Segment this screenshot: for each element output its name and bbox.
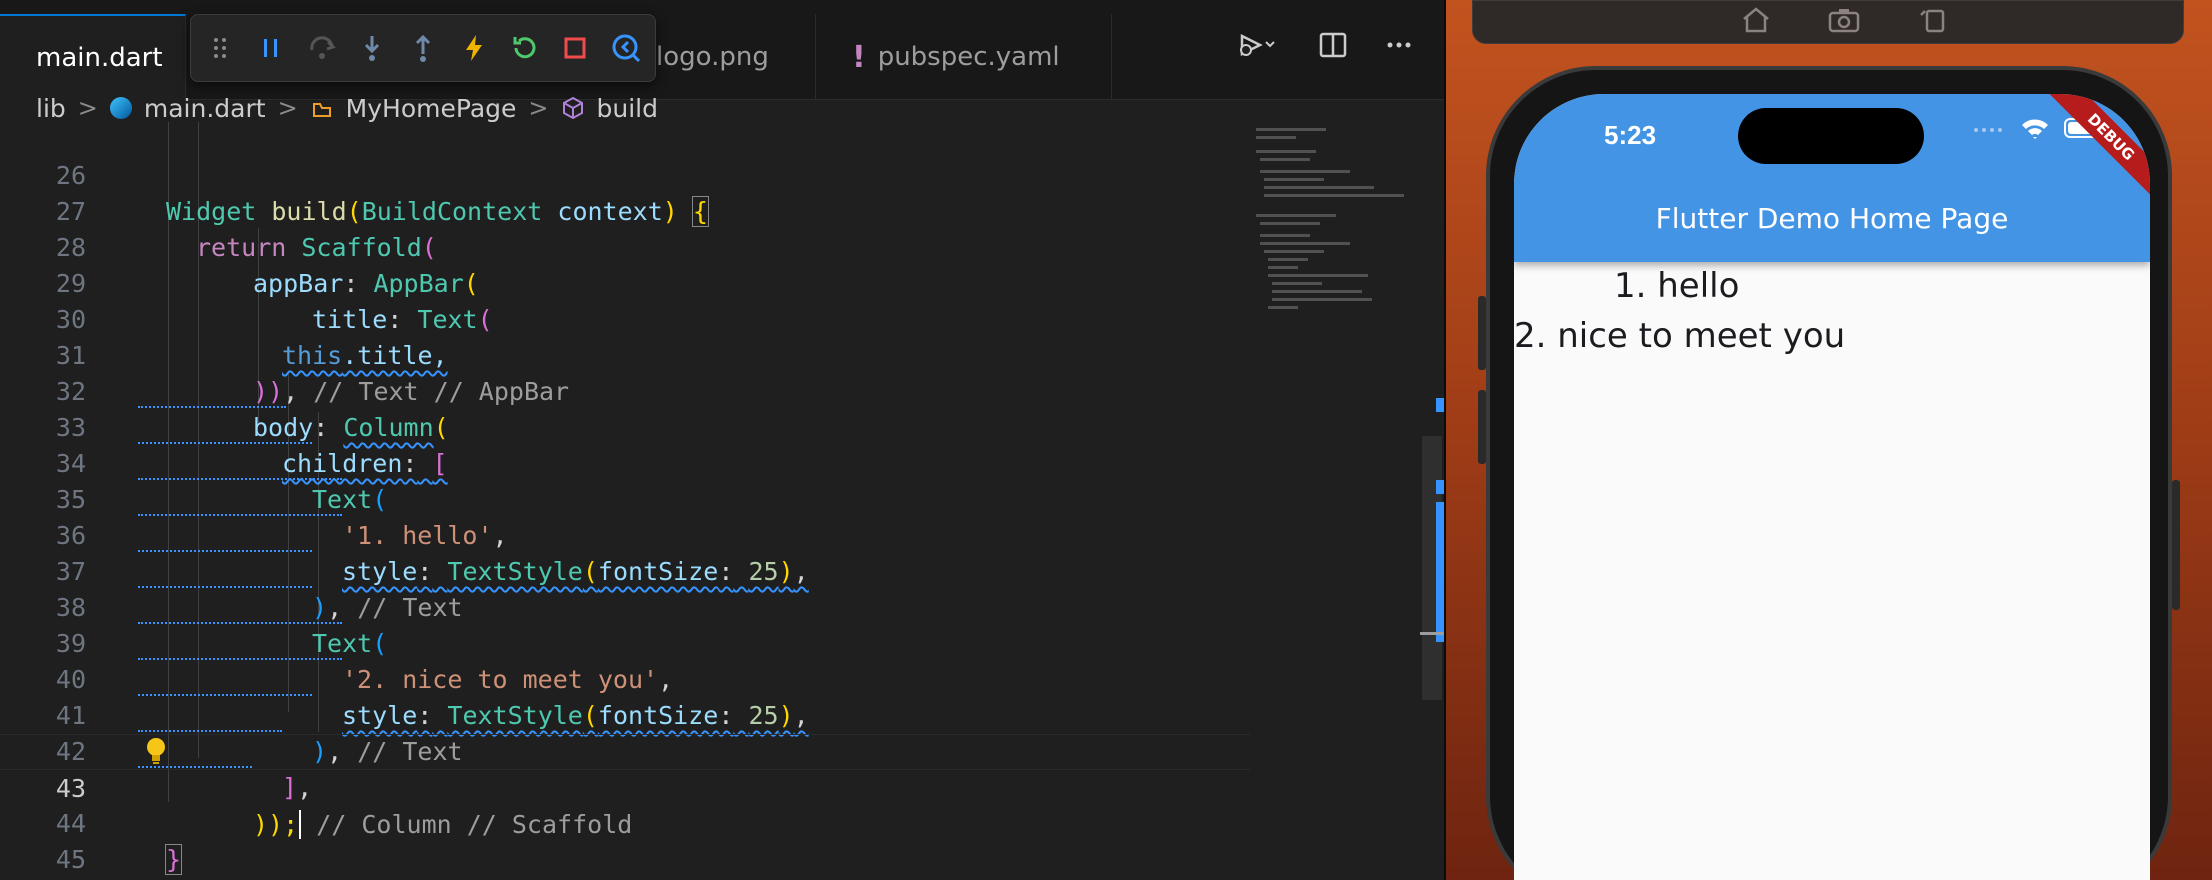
editor-actions — [1230, 30, 1414, 64]
phone-screen[interactable]: 5:23 Flutter Demo Home Page DEBUG 1. hel… — [1514, 94, 2150, 880]
warning-squiggle — [138, 548, 312, 552]
app-bar: 5:23 Flutter Demo Home Page DEBUG — [1514, 94, 2150, 262]
tab-label: pubspec.yaml — [877, 42, 1060, 72]
run-debug-icon[interactable] — [1230, 30, 1282, 64]
debug-toolbar — [190, 14, 656, 82]
breadcrumb-file[interactable]: main.dart — [144, 94, 266, 123]
phone-power-button — [2172, 480, 2180, 610]
debug-banner: DEBUG — [2048, 94, 2150, 200]
step-into-icon[interactable] — [355, 30, 390, 66]
screenshot-icon[interactable] — [1827, 5, 1861, 35]
scroll-marker — [1436, 398, 1444, 412]
method-symbol-icon — [562, 96, 583, 120]
signal-icon — [1974, 128, 2002, 132]
scroll-marker — [1436, 480, 1444, 494]
warning-squiggle — [138, 728, 282, 732]
code-line: 26 Widget build(BuildContext context) { — [0, 122, 1250, 227]
minimap[interactable] — [1250, 122, 1440, 322]
hot-reload-icon[interactable] — [456, 30, 491, 66]
pause-icon[interactable] — [254, 30, 289, 66]
lightbulb-icon[interactable] — [142, 736, 170, 766]
warning-squiggle — [138, 584, 312, 588]
code-line: 46 — [0, 842, 1250, 878]
stop-icon[interactable] — [558, 30, 593, 66]
code-line: 45 } — [0, 806, 1250, 874]
tab-label: main.dart — [36, 43, 163, 73]
scroll-marker — [1436, 502, 1444, 642]
tab-pubspec-yaml[interactable]: ! pubspec.yaml — [816, 14, 1112, 100]
chevron-right-icon: > — [528, 94, 549, 122]
code-line: 30 this.title, — [0, 266, 1250, 370]
devtools-icon[interactable] — [608, 30, 643, 66]
phone-side-button — [1478, 296, 1486, 370]
more-icon[interactable] — [1384, 30, 1414, 64]
code-editor: main.dart logo.png ! pubspec.yaml lib > … — [0, 0, 1444, 880]
dynamic-island — [1738, 108, 1924, 164]
tab-label: logo.png — [656, 42, 769, 72]
warning-squiggle — [138, 440, 312, 444]
dart-file-icon — [109, 97, 132, 119]
split-editor-icon[interactable] — [1318, 30, 1348, 64]
warning-squiggle — [138, 476, 342, 480]
step-over-icon[interactable] — [304, 30, 339, 66]
warning-squiggle — [138, 692, 312, 696]
hot-restart-icon[interactable] — [507, 30, 542, 66]
step-out-icon[interactable] — [406, 30, 441, 66]
chevron-right-icon: > — [277, 94, 298, 122]
code-line: 32 body: Column( — [0, 338, 1250, 442]
simulator-toolbar — [1472, 0, 2184, 44]
yaml-file-icon: ! — [852, 39, 866, 75]
status-time: 5:23 — [1604, 120, 1657, 150]
warning-squiggle — [138, 512, 342, 516]
drag-handle-icon[interactable] — [203, 30, 238, 66]
app-bar-title: Flutter Demo Home Page — [1655, 202, 2009, 235]
rotate-icon[interactable] — [1917, 5, 1951, 35]
code-line: 29 title: Text( — [0, 230, 1250, 334]
home-icon[interactable] — [1739, 5, 1773, 35]
body-text-line: 1. hello — [1614, 266, 1740, 306]
code-line: 28 appBar: AppBar( — [0, 194, 1250, 298]
warning-squiggle — [138, 620, 342, 624]
class-symbol-icon — [312, 103, 331, 117]
code-line: 27 return Scaffold( — [0, 158, 1250, 262]
code-line: 31 )), // Text // AppBar — [0, 302, 1250, 406]
code-line: 44 } — [0, 770, 1250, 875]
editor-scrollbar[interactable] — [1420, 122, 1444, 880]
breadcrumb-method[interactable]: build — [597, 94, 658, 123]
wifi-icon — [2022, 119, 2048, 139]
breadcrumb-class[interactable]: MyHomePage — [346, 94, 517, 123]
breadcrumb-folder[interactable]: lib — [36, 94, 66, 123]
warning-squiggle — [138, 404, 286, 408]
chevron-right-icon: > — [77, 94, 98, 122]
warning-squiggle — [138, 656, 342, 660]
scroll-cursor-marker — [1420, 632, 1444, 635]
body-text-line: 2. nice to meet you — [1514, 316, 1846, 356]
phone-side-button — [1478, 390, 1486, 464]
